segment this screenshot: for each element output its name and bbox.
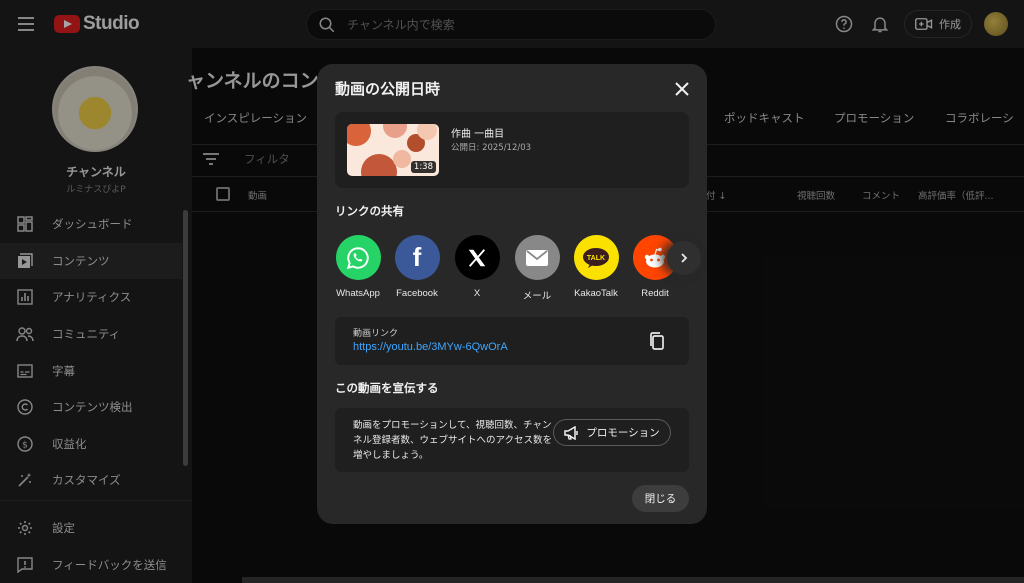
share-whatsapp[interactable]: WhatsApp (335, 235, 386, 299)
video-link-box: 動画リンク https://youtu.be/3MYw-6QwOrA (335, 317, 689, 365)
promo-description: 動画をプロモーションして、視聴回数、チャンネル登録者数、ウェブサイトへのアクセス… (353, 420, 553, 461)
share-x[interactable]: X (449, 235, 505, 299)
video-publish-date: 公開日: 2025/12/03 (451, 143, 532, 153)
share-kakaotalk[interactable]: TALK KakaoTalk (568, 235, 624, 299)
copy-icon[interactable] (647, 331, 667, 351)
facebook-icon: f (394, 235, 440, 280)
megaphone-icon (564, 425, 579, 440)
kakaotalk-icon: TALK (573, 235, 619, 280)
close-button[interactable]: 閉じる (632, 485, 689, 512)
share-dialog: 動画の公開日時 1:38 作曲 一曲目 公開日: 2025/12/03 リンクの… (317, 64, 707, 524)
video-thumbnail[interactable]: 1:38 (347, 124, 439, 176)
video-duration: 1:38 (410, 161, 436, 173)
share-targets: WhatsApp f Facebook X メール TALK KakaoTalk (335, 235, 689, 305)
share-facebook[interactable]: f Facebook (389, 235, 445, 299)
promote-button[interactable]: プロモーション (553, 419, 671, 446)
share-email[interactable]: メール (509, 235, 565, 302)
promote-button-label: プロモーション (586, 427, 660, 439)
share-label: メール (522, 291, 552, 302)
x-logo-icon (454, 235, 500, 280)
svg-text:TALK: TALK (587, 255, 605, 262)
share-label: X (473, 288, 481, 299)
share-section-label: リンクの共有 (335, 204, 404, 218)
share-label: Facebook (396, 288, 438, 299)
promo-section-label: この動画を宣伝する (335, 381, 439, 395)
video-link-url[interactable]: https://youtu.be/3MYw-6QwOrA (353, 341, 508, 353)
whatsapp-icon (335, 235, 381, 280)
video-card: 1:38 作曲 一曲目 公開日: 2025/12/03 (335, 112, 689, 188)
chevron-right-icon (681, 253, 688, 263)
share-label: WhatsApp (336, 288, 380, 299)
promo-box: 動画をプロモーションして、視聴回数、チャンネル登録者数、ウェブサイトへのアクセス… (335, 408, 689, 472)
video-link-label: 動画リンク (353, 329, 399, 339)
email-icon (514, 235, 560, 280)
video-title: 作曲 一曲目 (451, 129, 505, 140)
share-next-button[interactable] (667, 241, 701, 275)
share-label: KakaoTalk (574, 288, 618, 299)
share-label: Reddit (641, 288, 669, 299)
close-icon[interactable] (671, 78, 693, 100)
dialog-title: 動画の公開日時 (335, 80, 441, 98)
